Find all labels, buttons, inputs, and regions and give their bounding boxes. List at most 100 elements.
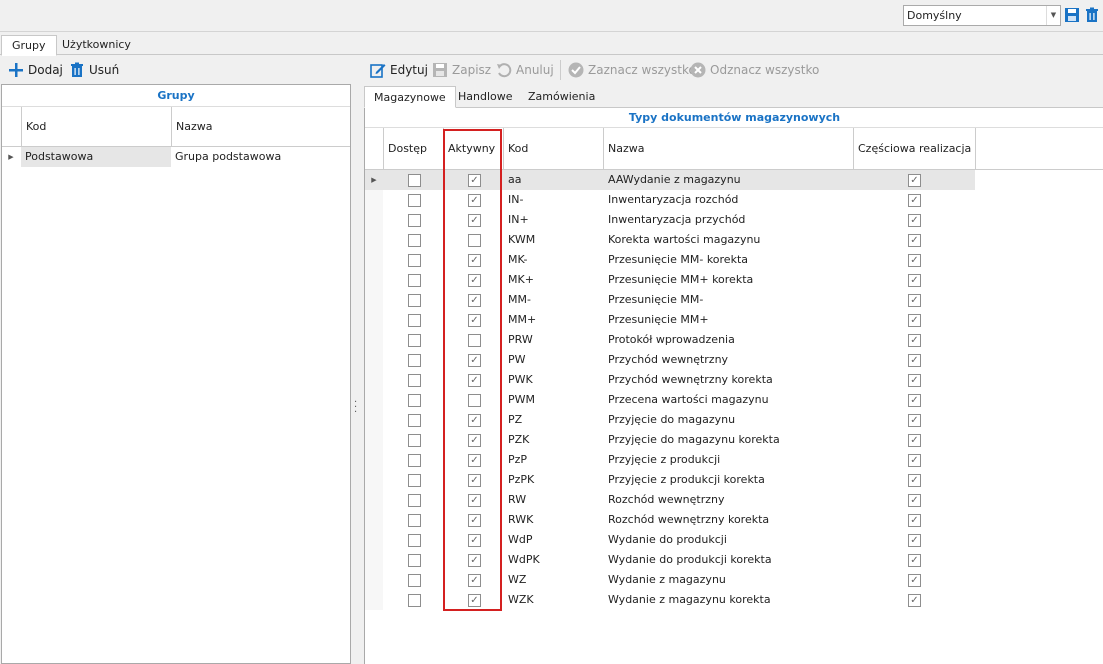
tab-handlowe[interactable]: Handlowe: [449, 86, 522, 108]
tab-grupy[interactable]: Grupy: [1, 35, 57, 56]
save-button[interactable]: Zapisz: [432, 60, 491, 80]
column-header-dostep[interactable]: Dostęp: [383, 128, 443, 170]
czesciowa-checkbox[interactable]: ✓: [908, 214, 921, 227]
delete-button-label: Usuń: [89, 63, 120, 77]
save-icon[interactable]: [1064, 6, 1080, 24]
czesciowa-checkbox[interactable]: ✓: [908, 314, 921, 327]
layout-select[interactable]: Domyślny ▼: [903, 5, 1061, 26]
cell-nazwa: Wydanie z magazynu korekta: [608, 593, 771, 606]
czesciowa-checkbox[interactable]: ✓: [908, 274, 921, 287]
row-indicator-icon: [365, 470, 383, 490]
aktywny-highlight-box: [443, 129, 502, 611]
dostep-checkbox[interactable]: [408, 574, 421, 587]
dostep-checkbox[interactable]: [408, 534, 421, 547]
dostep-checkbox[interactable]: [408, 354, 421, 367]
column-header-czesciowa[interactable]: Częściowa realizacja: [853, 128, 975, 170]
dostep-checkbox[interactable]: [408, 274, 421, 287]
edit-button[interactable]: Edytuj: [370, 60, 428, 80]
delete-button[interactable]: Usuń: [69, 60, 119, 80]
czesciowa-checkbox[interactable]: ✓: [908, 414, 921, 427]
tab-zamowienia[interactable]: Zamówienia: [519, 86, 604, 108]
cell-kod: IN+: [508, 213, 529, 226]
chevron-down-icon[interactable]: ▼: [1046, 6, 1060, 25]
czesciowa-checkbox[interactable]: ✓: [908, 394, 921, 407]
cell-nazwa: Przyjęcie do magazynu: [608, 413, 736, 426]
deselect-all-button[interactable]: Odznacz wszystko: [690, 60, 819, 80]
layout-select-value: Domyślny: [907, 9, 962, 22]
dostep-checkbox[interactable]: [408, 314, 421, 327]
czesciowa-checkbox[interactable]: ✓: [908, 434, 921, 447]
dostep-checkbox[interactable]: [408, 234, 421, 247]
row-indicator-icon: [365, 590, 383, 610]
czesciowa-checkbox[interactable]: ✓: [908, 514, 921, 527]
dostep-checkbox[interactable]: [408, 394, 421, 407]
dostep-checkbox[interactable]: [408, 474, 421, 487]
cell-kod: PZ: [508, 413, 523, 426]
dostep-checkbox[interactable]: [408, 294, 421, 307]
tab-uzytkownicy[interactable]: Użytkownicy: [52, 35, 141, 56]
tab-magazynowe[interactable]: Magazynowe: [364, 86, 456, 108]
add-button[interactable]: Dodaj: [8, 60, 63, 80]
cell-kod: PZK: [508, 433, 530, 446]
dostep-checkbox[interactable]: [408, 414, 421, 427]
dostep-checkbox[interactable]: [408, 214, 421, 227]
cell-kod: Podstawowa: [21, 147, 171, 167]
row-indicator-icon: [365, 310, 383, 330]
czesciowa-checkbox[interactable]: ✓: [908, 254, 921, 267]
czesciowa-checkbox[interactable]: ✓: [908, 494, 921, 507]
row-indicator-icon: [365, 530, 383, 550]
czesciowa-checkbox[interactable]: ✓: [908, 294, 921, 307]
czesciowa-checkbox[interactable]: ✓: [908, 334, 921, 347]
column-header-nazwa[interactable]: Nazwa: [603, 128, 853, 170]
cell-kod: PzPK: [508, 473, 535, 486]
column-header-kod[interactable]: Kod: [21, 107, 171, 147]
cell-nazwa: Przesunięcie MM- korekta: [608, 253, 748, 266]
dostep-checkbox[interactable]: [408, 334, 421, 347]
czesciowa-checkbox[interactable]: ✓: [908, 174, 921, 187]
czesciowa-checkbox[interactable]: ✓: [908, 534, 921, 547]
table-row[interactable]: ▶ Podstawowa Grupa podstawowa: [2, 147, 350, 167]
dostep-checkbox[interactable]: [408, 374, 421, 387]
row-indicator-icon: [365, 490, 383, 510]
select-all-button[interactable]: Zaznacz wszystko: [568, 60, 696, 80]
dostep-checkbox[interactable]: [408, 554, 421, 567]
czesciowa-checkbox[interactable]: ✓: [908, 594, 921, 607]
trash-icon[interactable]: [1084, 6, 1100, 24]
cell-kod: WZ: [508, 573, 527, 586]
dostep-checkbox[interactable]: [408, 454, 421, 467]
dostep-checkbox[interactable]: [408, 594, 421, 607]
cell-kod: aa: [508, 173, 522, 186]
save-button-label: Zapisz: [452, 63, 492, 77]
czesciowa-checkbox[interactable]: ✓: [908, 574, 921, 587]
czesciowa-checkbox[interactable]: ✓: [908, 374, 921, 387]
dostep-checkbox[interactable]: [408, 174, 421, 187]
add-button-label: Dodaj: [28, 63, 63, 77]
cell-nazwa: Korekta wartości magazynu: [608, 233, 761, 246]
splitter-handle[interactable]: · · ·: [354, 398, 357, 418]
column-header-kod[interactable]: Kod: [503, 128, 603, 170]
dostep-checkbox[interactable]: [408, 194, 421, 207]
dostep-checkbox[interactable]: [408, 494, 421, 507]
czesciowa-checkbox[interactable]: ✓: [908, 234, 921, 247]
cell-kod: PzP: [508, 453, 528, 466]
groups-grid-header: Kod Nazwa: [2, 107, 350, 147]
dostep-checkbox[interactable]: [408, 434, 421, 447]
cell-nazwa: Przychód wewnętrzny korekta: [608, 373, 773, 386]
cell-kod: PW: [508, 353, 526, 366]
czesciowa-checkbox[interactable]: ✓: [908, 474, 921, 487]
dostep-checkbox[interactable]: [408, 514, 421, 527]
row-indicator-icon: [365, 330, 383, 350]
cancel-button-label: Anuluj: [516, 63, 554, 77]
czesciowa-checkbox[interactable]: ✓: [908, 554, 921, 567]
czesciowa-checkbox[interactable]: ✓: [908, 194, 921, 207]
cancel-button[interactable]: Anuluj: [496, 60, 554, 80]
dostep-checkbox[interactable]: [408, 254, 421, 267]
row-indicator-icon: [365, 270, 383, 290]
column-header-nazwa[interactable]: Nazwa: [171, 107, 350, 147]
czesciowa-checkbox[interactable]: ✓: [908, 354, 921, 367]
row-indicator-icon: [365, 250, 383, 270]
cell-kod: MM+: [508, 313, 537, 326]
cell-nazwa: Inwentaryzacja rozchód: [608, 193, 739, 206]
cell-kod: PWK: [508, 373, 533, 386]
czesciowa-checkbox[interactable]: ✓: [908, 454, 921, 467]
